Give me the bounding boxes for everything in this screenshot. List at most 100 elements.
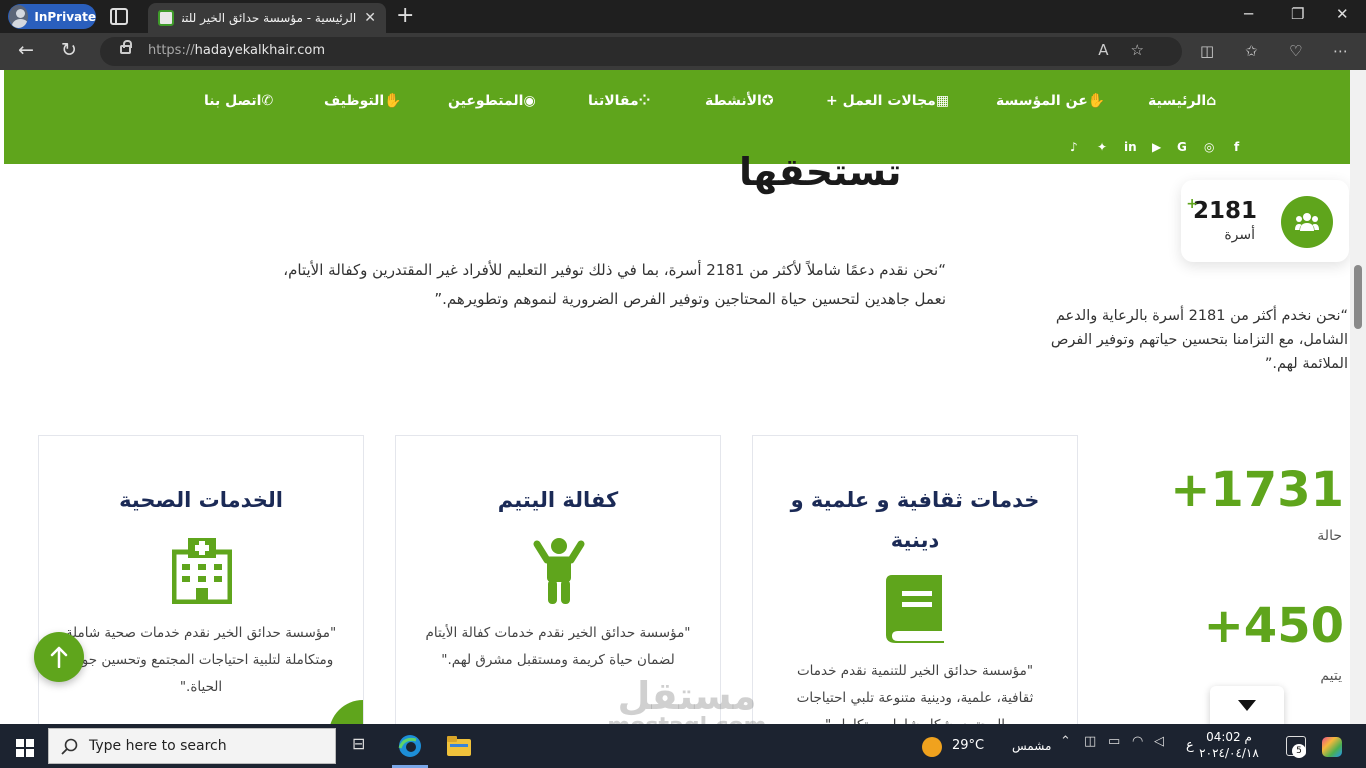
lock-icon[interactable] (120, 40, 132, 54)
grid-icon: ⁘ (638, 93, 651, 109)
edge-browser-icon[interactable] (398, 734, 422, 758)
hero-heading: تستحقها (739, 150, 902, 194)
taskbar-clock[interactable]: 04:02 م ٢٠٢٤/٠٤/١٨ (1188, 729, 1270, 761)
families-label: أسرة (1224, 227, 1255, 243)
favorite-star-icon[interactable]: ☆ (1131, 41, 1166, 59)
star-circle-icon: ✪ (761, 93, 774, 109)
restore-button[interactable]: ❐ (1291, 5, 1304, 23)
url-field[interactable]: https://hadayekalkhair.com A☆ (100, 37, 1182, 66)
card-title: خدمات ثقافية و علمية و دينية (790, 488, 1040, 552)
instagram-icon[interactable]: ◎ (1204, 140, 1214, 154)
taskbar-search-input[interactable]: Type here to search (48, 728, 336, 764)
nav-item-contact[interactable]: ✆اتصل بنا (204, 93, 273, 109)
side-quote: “نحن نخدم أكثر من 2181 أسرة بالرعاية وال… (1050, 308, 1348, 372)
weather-temp: 29°C (952, 738, 985, 753)
notifications-icon[interactable]: 5 (1286, 736, 1306, 758)
battery-icon[interactable]: ▭ (1108, 734, 1120, 749)
task-view-icon[interactable]: ⊟ (352, 734, 365, 753)
card-description: "مؤسسة حدائق الخير نقدم خدمات كفالة الأي… (425, 625, 691, 668)
nav-item-work-areas[interactable]: ▦مجالات العمل + (826, 93, 949, 109)
families-stat-card: 2181 + أسرة (1181, 180, 1349, 262)
site-favicon-icon (158, 10, 174, 26)
facebook-icon[interactable]: f (1234, 140, 1239, 154)
weather-sun-icon[interactable] (922, 737, 942, 757)
browser-address-bar: ← ↻ https://hadayekalkhair.com A☆ ◫ ✩ ♡ … (0, 33, 1366, 70)
scroll-to-top-button[interactable] (34, 632, 84, 682)
refresh-icon[interactable]: ↻ (61, 39, 77, 61)
families-icon-circle (1281, 196, 1333, 248)
window-close-button[interactable]: ✕ (1336, 5, 1349, 23)
caret-down-icon (1238, 700, 1256, 711)
scrollbar-thumb[interactable] (1354, 265, 1362, 329)
google-icon[interactable]: G (1177, 140, 1187, 154)
home-icon: ⌂ (1206, 93, 1217, 109)
nav-item-volunteers[interactable]: ◉المتطوعين (448, 93, 536, 109)
show-hidden-icons[interactable]: ⌃ (1060, 734, 1071, 749)
meet-now-icon[interactable]: ◫ (1084, 734, 1096, 749)
page-scrollbar[interactable] (1350, 70, 1366, 724)
search-placeholder: Type here to search (89, 738, 227, 754)
notification-badge: 5 (1292, 744, 1306, 758)
new-tab-button[interactable]: + (396, 3, 414, 29)
browser-tab-bar: InPrivate الرئيسية - مؤسسة حدائق الخير ل… (0, 0, 1366, 33)
url-action-icons: A☆ (1098, 41, 1166, 59)
linkedin-icon[interactable]: in (1124, 140, 1137, 154)
orphans-count: +450 (1203, 598, 1344, 654)
split-screen-icon[interactable]: ◫ (1200, 42, 1214, 60)
search-icon (61, 738, 78, 755)
web-page: ⌂الرئيسية ✋عن المؤسسة ▦مجالات العمل + ✪ا… (4, 70, 1350, 724)
child-icon (533, 538, 585, 604)
profile-avatar-icon (9, 5, 29, 28)
mostaql-watermark: مستقل mostaql.com (607, 674, 766, 724)
copilot-icon[interactable] (1322, 737, 1342, 757)
clock-date: ٢٠٢٤/٠٤/١٨ (1199, 746, 1259, 760)
families-count: 2181 (1192, 198, 1257, 224)
browser-tab-active[interactable]: الرئيسية - مؤسسة حدائق الخير للتنمية ✕ (148, 3, 386, 33)
orphans-label: يتيم (1320, 668, 1342, 684)
tiktok-icon[interactable]: ♪ (1070, 140, 1078, 154)
card-corner-decoration (329, 700, 363, 724)
nav-item-home[interactable]: ⌂الرئيسية (1148, 93, 1216, 109)
more-menu-icon[interactable]: ⋯ (1333, 42, 1348, 60)
tab-title: الرئيسية - مؤسسة حدائق الخير للتنمية (182, 11, 357, 25)
arrow-up-icon (50, 646, 68, 668)
building-icon: ▦ (935, 93, 950, 109)
main-menu: ⌂الرئيسية ✋عن المؤسسة ▦مجالات العمل + ✪ا… (4, 70, 1350, 134)
card-description: "مؤسسة حدائق الخير للتنمية نقدم خدمات ثق… (796, 663, 1034, 724)
service-card-health[interactable]: الخدمات الصحية "مؤسسة حدائق الخير نقدم خ… (38, 435, 364, 724)
windows-taskbar: Type here to search ⊟ 29°C مشمس ⌃ ◫ ▭ ◠ … (0, 724, 1366, 768)
wifi-icon[interactable]: ◠ (1132, 734, 1143, 749)
nav-item-articles[interactable]: ⁘مقالاتنا (588, 93, 650, 109)
book-icon (886, 575, 944, 643)
inprivate-profile-button[interactable]: InPrivate (8, 4, 96, 29)
clock-time: 04:02 م (1206, 730, 1252, 744)
file-explorer-icon[interactable] (447, 736, 471, 756)
weather-label: مشمس (1012, 739, 1052, 753)
twitter-icon[interactable]: ✦ (1097, 140, 1107, 154)
favorites-icon[interactable]: ✩ (1245, 42, 1258, 60)
read-aloud-icon[interactable]: A (1098, 41, 1130, 59)
back-arrow-icon[interactable]: ← (18, 39, 34, 61)
cases-count: +1731 (1170, 462, 1344, 518)
hand-icon: ✋ (1087, 93, 1106, 109)
tab-actions-icon[interactable] (110, 8, 128, 25)
card-title: كفالة اليتيم (497, 488, 619, 512)
volume-icon[interactable]: ◁ (1154, 734, 1164, 749)
hand-icon: ✋ (384, 93, 402, 109)
windows-start-icon[interactable] (16, 739, 34, 757)
browser-essentials-icon[interactable]: ♡ (1289, 42, 1302, 60)
hospital-icon (172, 538, 232, 604)
nav-item-activities[interactable]: ✪الأنشطة (705, 93, 774, 109)
inprivate-label: InPrivate (34, 9, 96, 24)
families-plus: + (1186, 196, 1198, 212)
nav-item-jobs[interactable]: ✋التوظيف (324, 93, 402, 109)
site-navbar: ⌂الرئيسية ✋عن المؤسسة ▦مجالات العمل + ✪ا… (4, 70, 1350, 164)
tab-close-icon[interactable]: ✕ (364, 10, 376, 26)
cases-label: حالة (1317, 528, 1342, 544)
minimize-button[interactable]: ─ (1244, 5, 1253, 23)
youtube-icon[interactable]: ▶ (1152, 140, 1161, 154)
service-card-culture[interactable]: خدمات ثقافية و علمية و دينية "مؤسسة حدائ… (752, 435, 1078, 724)
nav-item-about[interactable]: ✋عن المؤسسة (996, 93, 1105, 109)
scroll-down-button[interactable] (1210, 686, 1284, 724)
card-title: الخدمات الصحية (119, 488, 283, 512)
